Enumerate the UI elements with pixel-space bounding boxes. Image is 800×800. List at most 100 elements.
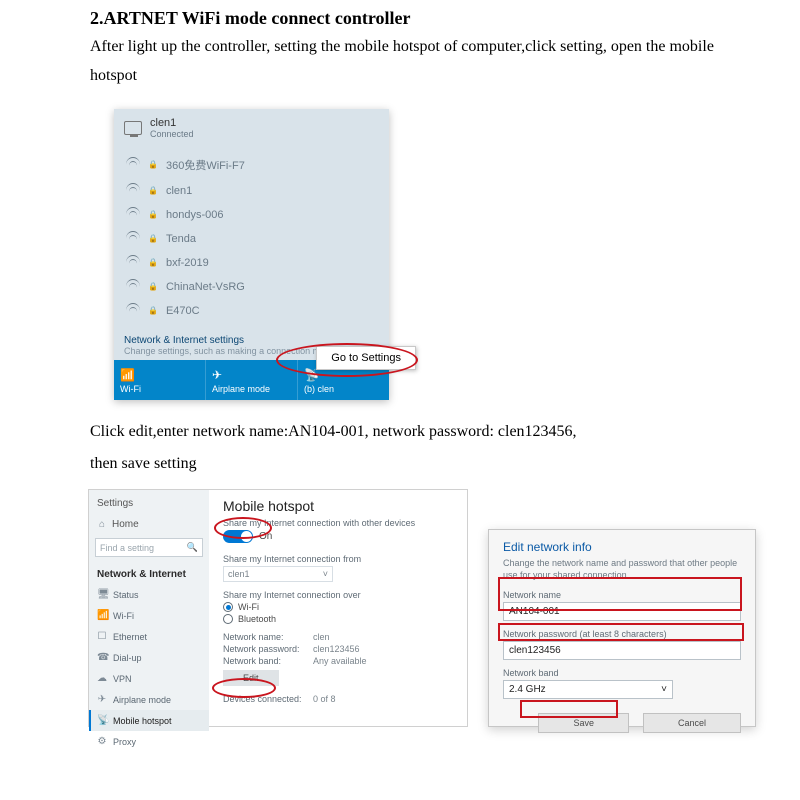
share-label: Share my Internet connection with other …	[223, 518, 455, 528]
hotspot-icon: 📡	[304, 368, 319, 382]
dialog-buttons: Save Cancel	[503, 713, 741, 733]
ethernet-icon: ☐	[97, 631, 107, 642]
app-title: Settings	[89, 496, 209, 515]
kv-value: clen	[313, 632, 330, 642]
sidebar-item-label: Status	[113, 590, 139, 600]
save-button[interactable]: Save	[538, 713, 629, 733]
wifi-network-item[interactable]: 🔒 360免费WiFi-F7	[114, 151, 389, 179]
sidebar-item-wifi[interactable]: 📶Wi-Fi	[89, 605, 209, 626]
settings-screenshot: Settings ⌂Home Find a setting🔍 Network &…	[88, 489, 768, 729]
status-icon: 🖥	[97, 589, 107, 600]
sidebar-item-airplane[interactable]: ✈ Airplane mode	[89, 689, 209, 710]
lock-icon: 🔒	[148, 234, 158, 243]
network-password-input[interactable]: clen123456	[503, 641, 741, 660]
instruction-text-1: Click edit,enter network name:AN104-001,…	[90, 418, 760, 447]
page-title: Mobile hotspot	[223, 498, 455, 514]
sidebar-item-status[interactable]: 🖥 Status	[89, 584, 209, 605]
wifi-connected-text: clen1 Connected	[150, 117, 194, 139]
wifi-ssid: 360免费WiFi-F7	[166, 157, 245, 173]
vpn-icon: ☁	[97, 673, 107, 684]
radio-wifi[interactable]: Wi-Fi	[223, 602, 455, 612]
wifi-icon: 📶	[97, 610, 107, 621]
sidebar-home[interactable]: ⌂Home	[89, 515, 209, 534]
sidebar-item-label: Proxy	[113, 737, 136, 747]
sidebar-item-dialup[interactable]: ☎Dial-up	[89, 647, 209, 668]
lock-icon: 🔒	[148, 186, 158, 195]
wifi-tile-button[interactable]: 📶 Wi-Fi	[114, 360, 206, 400]
wifi-ssid: clen1	[166, 185, 192, 197]
wifi-network-item[interactable]: 🔒bxf-2019	[114, 251, 389, 275]
kv-key: Network band:	[223, 656, 313, 666]
wifi-icon	[126, 233, 140, 245]
airplane-tile-button[interactable]: ✈Airplane mode	[206, 360, 298, 400]
network-band-select[interactable]: 2.4 GHz˅	[503, 680, 673, 699]
tile-label: Airplane mode	[212, 384, 270, 394]
tile-label: Wi-Fi	[120, 384, 141, 394]
wifi-icon	[126, 159, 140, 171]
section-heading: 2.ARTNET WiFi mode connect controller	[90, 8, 760, 29]
proxy-icon: ⚙	[97, 736, 107, 747]
field-label-password: Network password (at least 8 characters)	[503, 629, 741, 639]
kv-value: clen123456	[313, 644, 360, 654]
radio-dot	[223, 602, 233, 612]
cancel-button[interactable]: Cancel	[643, 713, 741, 733]
wifi-icon	[126, 209, 140, 221]
kv-row: Network band:Any available	[223, 656, 455, 666]
kv-row: Network password:clen123456	[223, 644, 455, 654]
kv-key: Network password:	[223, 644, 313, 654]
wifi-ssid: hondys-006	[166, 209, 224, 221]
settings-content: Mobile hotspot Share my Internet connect…	[209, 490, 467, 726]
wifi-icon: 📶	[120, 368, 135, 382]
radio-dot	[223, 614, 233, 624]
wifi-connected-row[interactable]: clen1 Connected	[114, 109, 389, 147]
wifi-icon	[126, 257, 140, 269]
edit-button[interactable]: Edit	[223, 670, 279, 686]
wifi-network-item[interactable]: 🔒hondys-006	[114, 203, 389, 227]
sidebar-item-label: Mobile hotspot	[113, 716, 172, 726]
share-toggle[interactable]: On	[223, 530, 272, 543]
wifi-network-item[interactable]: 🔒E470C	[114, 299, 389, 323]
radio-label: Wi-Fi	[238, 602, 259, 612]
sidebar-item-label: VPN	[113, 674, 132, 684]
wifi-icon	[126, 281, 140, 293]
radio-bluetooth[interactable]: Bluetooth	[223, 614, 455, 624]
settings-sidebar: Settings ⌂Home Find a setting🔍 Network &…	[89, 490, 209, 726]
lock-icon: 🔒	[148, 306, 158, 315]
search-icon: 🔍	[187, 542, 198, 553]
sidebar-item-label: Ethernet	[113, 632, 147, 642]
wifi-network-item[interactable]: 🔒 clen1	[114, 179, 389, 203]
share-over-label: Share my Internet connection over	[223, 590, 455, 600]
sidebar-item-label: Airplane mode	[113, 695, 171, 705]
connected-ssid: clen1	[150, 117, 194, 129]
go-to-settings-tooltip: Go to Settings	[316, 346, 416, 370]
kv-value: 0 of 8	[313, 694, 336, 704]
settings-window: Settings ⌂Home Find a setting🔍 Network &…	[88, 489, 468, 727]
network-name-input[interactable]: AN104-001	[503, 602, 741, 621]
select-value: clen1	[228, 569, 250, 579]
wifi-ssid: bxf-2019	[166, 257, 209, 269]
sidebar-search[interactable]: Find a setting 🔍	[95, 538, 203, 557]
radio-label: Bluetooth	[238, 614, 276, 624]
kv-key: Network name:	[223, 632, 313, 642]
wifi-network-item[interactable]: 🔒Tenda	[114, 227, 389, 251]
sidebar-item-vpn[interactable]: ☁ VPN	[89, 668, 209, 689]
kv-row: Network name:clen	[223, 632, 455, 642]
airplane-icon: ✈	[97, 694, 107, 705]
chevron-down-icon: ˅	[323, 569, 328, 579]
edit-network-dialog: Edit network info Change the network nam…	[488, 529, 756, 727]
search-placeholder: Find a setting	[100, 543, 154, 553]
sidebar-item-hotspot[interactable]: 📡Mobile hotspot	[89, 710, 209, 731]
field-label-band: Network band	[503, 668, 741, 678]
lock-icon: 🔒	[148, 282, 158, 291]
go-to-settings-button[interactable]: Go to Settings	[316, 346, 416, 370]
sidebar-item-label: Dial-up	[113, 653, 142, 663]
wifi-network-item[interactable]: 🔒ChinaNet-VsRG	[114, 275, 389, 299]
document-page: 2.ARTNET WiFi mode connect controller Af…	[0, 8, 800, 749]
chevron-down-icon: ˅	[661, 684, 667, 695]
dialog-subtitle: Change the network name and password tha…	[503, 558, 741, 581]
sidebar-item-ethernet[interactable]: ☐ Ethernet	[89, 626, 209, 647]
sidebar-item-proxy[interactable]: ⚙ Proxy	[89, 731, 209, 752]
lock-icon: 🔒	[148, 160, 158, 169]
kv-key: Devices connected:	[223, 694, 313, 704]
share-from-select[interactable]: clen1 ˅	[223, 566, 333, 582]
